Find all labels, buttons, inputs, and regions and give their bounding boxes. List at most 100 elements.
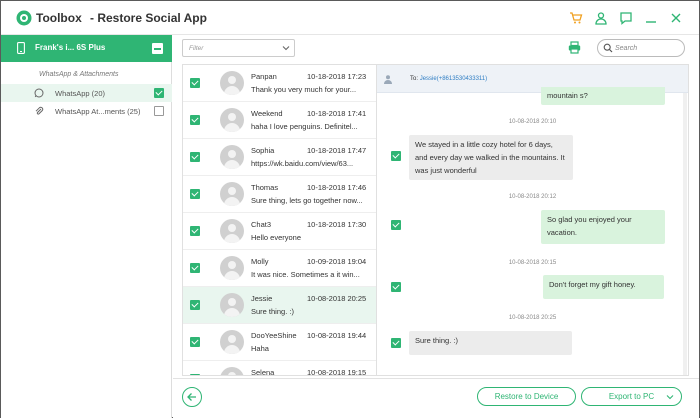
feedback-icon[interactable] [619, 11, 633, 25]
list-item[interactable]: Molly 10-09-2018 19:04 It was nice. Some… [183, 250, 376, 287]
chevron-down-icon [282, 46, 290, 51]
printer-icon[interactable] [568, 41, 581, 54]
contact-name: Jessie [251, 294, 273, 303]
message-text: Don't forget my gift honey. [549, 280, 636, 289]
message-text: mountain s? [547, 91, 588, 100]
contact-name: Panpan [251, 72, 277, 81]
scrollbar[interactable] [683, 93, 687, 375]
message-checkbox[interactable] [391, 338, 401, 348]
message-bubble: mountain s? [541, 87, 665, 105]
contact-name: Selena [251, 368, 275, 376]
list-item[interactable]: Thomas 10-18-2018 17:46 Sure thing, lets… [183, 176, 376, 213]
contact-name: DooYeeShine [251, 331, 297, 340]
list-item[interactable]: Chat3 10-18-2018 17:30 Hello everyone [183, 213, 376, 250]
row-checkbox[interactable] [190, 263, 200, 273]
contact-date: 10-18-2018 17:41 [307, 109, 367, 118]
message-text: So glad you enjoyed your vacation. [547, 215, 632, 237]
sidebar-item-attachments[interactable]: WhatsApp At...ments (25) [1, 102, 172, 120]
message-checkbox[interactable] [391, 282, 401, 292]
restore-to-device-button[interactable]: Restore to Device [477, 387, 576, 406]
row-checkbox[interactable] [190, 300, 200, 310]
app-window: Toolbox - Restore Social App Frank's i..… [0, 0, 700, 418]
paperclip-icon [35, 106, 44, 115]
message-text: Sure thing. :) [415, 336, 458, 345]
app-brand: Toolbox [36, 11, 82, 25]
conversation-pane: To: Jessie(+8613530433311) mountain s? 1… [376, 64, 689, 376]
avatar [220, 108, 244, 132]
recipient: Jessie(+8613530433311) [419, 76, 488, 82]
filter-dropdown[interactable]: Filter [182, 39, 295, 57]
message-checkbox[interactable] [391, 151, 401, 161]
sidebar-item-label: WhatsApp At...ments (25) [55, 107, 141, 116]
row-checkbox[interactable] [190, 374, 200, 375]
message-bubble: Don't forget my gift honey. [543, 275, 664, 299]
cart-icon[interactable] [569, 11, 583, 25]
device-header[interactable]: Frank's i... 6S Plus [1, 35, 172, 62]
section-label: WhatsApp & Attachments [39, 71, 119, 78]
avatar [220, 256, 244, 280]
message-preview: Sure thing. :) [251, 307, 294, 316]
sidebar-item-whatsapp[interactable]: WhatsApp (20) [1, 84, 172, 102]
avatar [220, 367, 244, 375]
search-icon [603, 43, 613, 53]
device-name: Frank's i... 6S Plus [35, 43, 106, 52]
list-item[interactable]: Sophia 10-18-2018 17:47 https://wk.baidu… [183, 139, 376, 176]
bottom-bar: Restore to Device Export to PC [173, 378, 699, 418]
list-item[interactable]: Selena 10-08-2018 19:15 [183, 361, 376, 376]
recipient-line: To: Jessie(+8613530433311) [410, 76, 487, 82]
contact-date: 10-09-2018 19:04 [307, 257, 367, 266]
contact-date: 10-18-2018 17:46 [307, 183, 367, 192]
message-checkbox[interactable] [391, 220, 401, 230]
message-bubble: We stayed in a little cozy hotel for 6 d… [409, 135, 573, 180]
contact-name: Thomas [251, 183, 279, 192]
message-bubble: So glad you enjoyed your vacation. [541, 210, 665, 244]
filter-placeholder: Filter [189, 45, 204, 52]
toolbar: Filter Search [173, 35, 699, 62]
message-timestamp: 10-08-2018 20:10 [508, 119, 557, 125]
message-preview: Sure thing, lets go together now... [251, 196, 363, 205]
window-title: - Restore Social App [90, 11, 207, 25]
list-item[interactable]: Panpan 10-18-2018 17:23 Thank you very m… [183, 65, 376, 102]
row-checkbox[interactable] [190, 226, 200, 236]
avatar [220, 145, 244, 169]
message-preview: Haha [251, 344, 269, 353]
contact-date: 10-08-2018 19:44 [307, 331, 367, 340]
contact-list: Panpan 10-18-2018 17:23 Thank you very m… [182, 64, 376, 376]
back-button[interactable] [182, 387, 202, 407]
chevron-down-icon [666, 395, 674, 400]
contact-name: Sophia [251, 146, 275, 155]
minimize-icon[interactable] [644, 11, 658, 25]
list-item[interactable]: DooYeeShine 10-08-2018 19:44 Haha [183, 324, 376, 361]
whatsapp-checkbox[interactable] [154, 88, 164, 98]
contact-name: Weekend [251, 109, 283, 118]
avatar [220, 71, 244, 95]
list-item[interactable]: Jessie 10-08-2018 20:25 Sure thing. :) [183, 287, 376, 324]
list-item[interactable]: Weekend 10-18-2018 17:41 haha I love pen… [183, 102, 376, 139]
avatar [220, 330, 244, 354]
message-preview: It was nice. Sometimes a it win... [251, 270, 360, 279]
row-checkbox[interactable] [190, 78, 200, 88]
row-checkbox[interactable] [190, 115, 200, 125]
search-box[interactable]: Search [597, 39, 685, 57]
contact-icon [384, 75, 392, 84]
contact-date: 10-18-2018 17:23 [307, 72, 367, 81]
message-text: We stayed in a little cozy hotel for 6 d… [415, 140, 565, 175]
close-icon[interactable] [669, 11, 683, 25]
collapse-device-button[interactable] [152, 43, 163, 54]
row-checkbox[interactable] [190, 152, 200, 162]
contact-date: 10-18-2018 17:47 [307, 146, 367, 155]
search-placeholder: Search [615, 45, 638, 52]
sidebar-item-label: WhatsApp (20) [55, 89, 106, 98]
row-checkbox[interactable] [190, 189, 200, 199]
message-preview: https://wk.baidu.com/view/63... [251, 159, 354, 168]
attachments-checkbox[interactable] [154, 106, 164, 116]
contact-date: 10-08-2018 19:15 [307, 368, 367, 376]
sidebar: Frank's i... 6S Plus WhatsApp & Attachme… [1, 35, 172, 418]
whatsapp-icon [34, 88, 44, 98]
contact-date: 10-08-2018 20:25 [307, 294, 367, 303]
message-preview: Hello everyone [251, 233, 302, 242]
contact-name: Chat3 [251, 220, 272, 229]
export-to-pc-button[interactable]: Export to PC [581, 387, 682, 406]
user-icon[interactable] [594, 11, 608, 25]
row-checkbox[interactable] [190, 337, 200, 347]
